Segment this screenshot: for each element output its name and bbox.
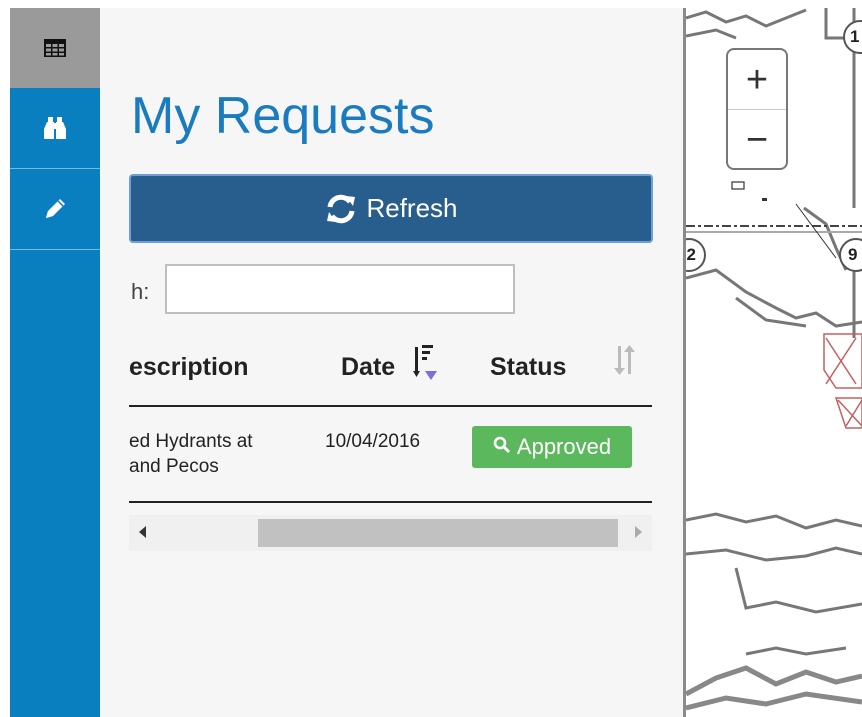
column-header-description[interactable]: escription [129, 353, 248, 382]
scroll-left-arrow-icon[interactable] [139, 526, 146, 538]
scroll-right-arrow-icon[interactable] [635, 526, 642, 538]
sidebar [10, 8, 100, 717]
zoom-out-button[interactable]: − [728, 110, 786, 169]
refresh-button[interactable]: Refresh [129, 174, 653, 243]
minus-icon: − [745, 118, 769, 161]
requests-panel: My Requests Refresh h: escription Date S… [100, 8, 683, 717]
horizontal-scrollbar[interactable] [129, 515, 652, 551]
map-view[interactable]: + − 1 2 9 [686, 8, 862, 717]
column-header-status[interactable]: Status [490, 353, 566, 382]
plus-icon: + [745, 58, 769, 101]
table-icon [44, 39, 66, 57]
sort-unsorted-icon[interactable] [613, 342, 639, 385]
zoom-control: + − [726, 48, 788, 170]
table-row-divider [129, 501, 652, 503]
search-icon [493, 434, 511, 460]
scrollbar-thumb[interactable] [258, 519, 618, 547]
sidebar-item-edit[interactable] [10, 169, 100, 250]
column-header-date[interactable]: Date [341, 353, 395, 382]
status-badge[interactable]: Approved [472, 426, 632, 468]
search-label: h: [131, 279, 150, 304]
description-line-1: ed Hydrants at [129, 431, 253, 452]
pencil-icon [42, 196, 68, 222]
description-line-2: and Pecos [129, 456, 219, 477]
status-label: Approved [516, 434, 612, 459]
app-window: My Requests Refresh h: escription Date S… [0, 0, 862, 717]
date-cell: 10/04/2016 [325, 431, 421, 452]
sort-descending-icon[interactable] [413, 342, 443, 389]
page-title: My Requests [131, 87, 435, 145]
refresh-label: Refresh [366, 193, 458, 223]
sidebar-item-requests[interactable] [10, 8, 100, 88]
zoom-in-button[interactable]: + [728, 50, 786, 110]
sidebar-item-search[interactable] [10, 88, 100, 169]
binoculars-icon [41, 114, 69, 142]
search-input[interactable] [165, 264, 515, 314]
refresh-icon [324, 193, 358, 225]
table-header-divider [129, 405, 652, 407]
table-row[interactable]: ed Hydrants at and Pecos [129, 429, 253, 479]
